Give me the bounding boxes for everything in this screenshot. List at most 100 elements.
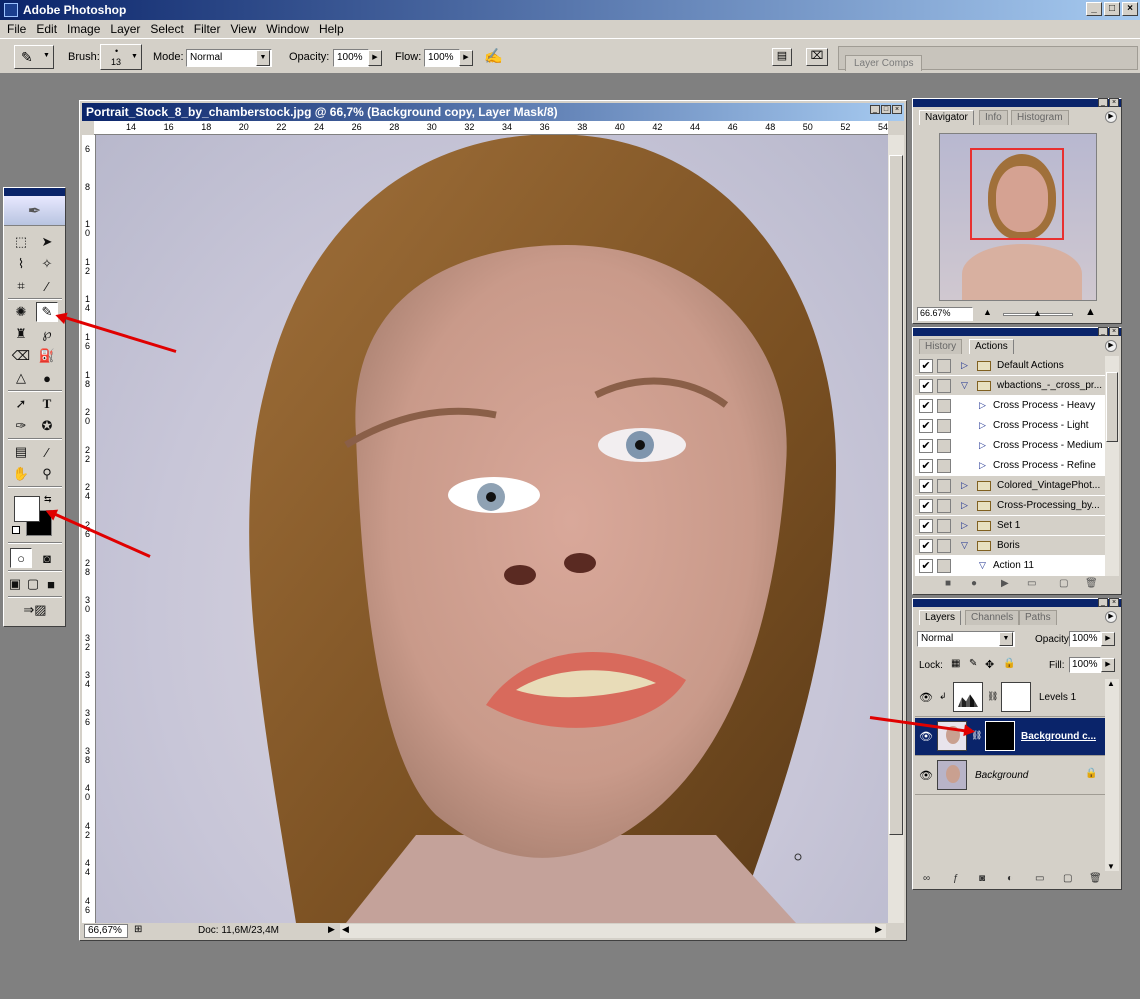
action-row[interactable]: ✔ ▽ Boris — [915, 536, 1105, 556]
new-layer-icon[interactable]: ▢ — [1063, 873, 1072, 884]
chevron-right-icon[interactable]: ▶ — [328, 924, 335, 935]
layer-mask-thumbnail[interactable] — [1001, 682, 1031, 712]
new-set-icon[interactable]: ▭ — [1027, 578, 1036, 589]
panel-minimize-button[interactable]: _ — [1098, 98, 1108, 107]
menu-view[interactable]: View — [225, 22, 261, 36]
scrollbar-thumb[interactable] — [889, 155, 903, 835]
minimize-button[interactable]: _ — [1086, 2, 1102, 16]
expand-triangle-open-icon[interactable]: ▽ — [961, 380, 968, 391]
horizontal-ruler[interactable]: 14 16 18 20 22 24 26 28 30 32 34 36 38 40 42 44 46 48 50 52… — [94, 121, 888, 135]
action-row[interactable]: ✔ ▷ Default Actions — [915, 356, 1105, 376]
chevron-right-icon[interactable]: ▶ — [368, 50, 382, 66]
airbrush-icon[interactable]: ✍ — [484, 47, 503, 65]
marquee-tool-icon[interactable]: ⬚ — [10, 232, 32, 252]
panel-minimize-button[interactable]: _ — [1098, 327, 1108, 336]
panel-close-button[interactable]: × — [1109, 327, 1119, 336]
zoom-slider-handle-icon[interactable]: ▲ — [1033, 308, 1042, 318]
notes-tool-icon[interactable]: ▤ — [10, 442, 32, 462]
new-adjustment-layer-icon[interactable]: ◐ — [1007, 873, 1013, 884]
default-colors-icon[interactable] — [12, 526, 20, 534]
palette-well-icon[interactable]: ⌧ — [806, 48, 828, 66]
expand-triangle-open-icon[interactable]: ▽ — [961, 540, 968, 551]
tab-channels[interactable]: Channels — [965, 610, 1020, 625]
eye-icon[interactable]: 👁 — [919, 691, 933, 704]
swap-colors-icon[interactable]: ⇆ — [44, 494, 52, 505]
play-icon[interactable]: ▶ — [1001, 578, 1009, 589]
menu-image[interactable]: Image — [62, 22, 105, 36]
delete-icon[interactable]: 🗑 — [1085, 578, 1098, 589]
chain-link-icon[interactable]: ⛓ — [987, 691, 998, 702]
layer-mask-thumbnail[interactable] — [985, 721, 1015, 751]
move-tool-icon[interactable]: ➤ — [36, 232, 58, 252]
tab-paths[interactable]: Paths — [1019, 610, 1057, 625]
delete-layer-icon[interactable]: 🗑 — [1089, 873, 1102, 884]
new-group-icon[interactable]: ▭ — [1035, 873, 1044, 884]
paint-bucket-tool-icon[interactable]: ⛽ — [36, 346, 58, 366]
tab-layers[interactable]: Layers — [919, 610, 962, 625]
expand-triangle-open-icon[interactable]: ▽ — [979, 560, 986, 571]
healing-brush-tool-icon[interactable]: ✺ — [10, 302, 32, 322]
action-toggle-checkbox[interactable]: ✔ — [919, 399, 933, 413]
action-toggle-checkbox[interactable]: ✔ — [919, 459, 933, 473]
full-screen-mode-icon[interactable]: ■ — [42, 574, 60, 594]
chevron-up-icon[interactable]: ▲ — [1107, 679, 1115, 688]
expand-triangle-closed-icon[interactable]: ▷ — [979, 420, 986, 431]
eye-icon[interactable]: 👁 — [919, 730, 933, 743]
link-layers-icon[interactable]: ∞ — [923, 873, 930, 884]
status-menu-icon[interactable]: ⊞ — [134, 924, 142, 935]
doc-maximize-button[interactable]: □ — [881, 105, 891, 114]
new-action-icon[interactable]: ▢ — [1059, 578, 1068, 589]
tab-actions[interactable]: Actions — [969, 339, 1014, 354]
navigator-view-box[interactable] — [970, 148, 1064, 240]
tab-history[interactable]: History — [919, 339, 963, 354]
action-toggle-checkbox[interactable]: ✔ — [919, 379, 933, 393]
expand-triangle-closed-icon[interactable]: ▷ — [961, 480, 968, 491]
tool-preset-picker[interactable]: ✎ ▼ — [14, 45, 54, 69]
eyedropper-tool-icon[interactable]: ⁄ — [36, 442, 58, 462]
action-toggle-checkbox[interactable]: ✔ — [919, 519, 933, 533]
panel-close-button[interactable]: × — [1109, 98, 1119, 107]
panel-menu-icon[interactable]: ▶ — [1105, 111, 1117, 123]
close-button[interactable]: × — [1122, 2, 1138, 16]
panel-minimize-button[interactable]: _ — [1098, 598, 1108, 607]
foreground-color-swatch[interactable] — [14, 496, 40, 522]
stop-icon[interactable]: ■ — [945, 578, 951, 589]
eye-icon[interactable]: 👁 — [919, 769, 933, 782]
dialog-toggle-checkbox[interactable] — [937, 459, 951, 473]
action-row[interactable]: ✔ ▷ Cross Process - Light — [915, 416, 1105, 436]
action-toggle-checkbox[interactable]: ✔ — [919, 439, 933, 453]
menu-filter[interactable]: Filter — [189, 22, 226, 36]
expand-triangle-closed-icon[interactable]: ▷ — [979, 460, 986, 471]
expand-triangle-closed-icon[interactable]: ▷ — [961, 360, 968, 371]
panel-close-button[interactable]: × — [1109, 598, 1119, 607]
menu-layer[interactable]: Layer — [105, 22, 145, 36]
standard-mode-icon[interactable]: ○ — [10, 548, 32, 568]
lasso-tool-icon[interactable]: ⌇ — [10, 254, 32, 274]
chevron-down-icon[interactable]: ▼ — [1107, 862, 1115, 871]
dialog-toggle-checkbox[interactable] — [937, 359, 951, 373]
expand-triangle-closed-icon[interactable]: ▷ — [979, 400, 986, 411]
image-canvas[interactable] — [96, 135, 888, 923]
vertical-scrollbar[interactable] — [888, 135, 904, 923]
file-browser-icon[interactable]: ▤ — [772, 48, 792, 66]
tab-navigator[interactable]: Navigator — [919, 110, 974, 125]
layer-style-icon[interactable]: ƒ — [953, 873, 959, 884]
history-brush-tool-icon[interactable]: ℘ — [36, 324, 58, 344]
action-toggle-checkbox[interactable]: ✔ — [919, 499, 933, 513]
action-row[interactable]: ✔ ▷ Cross Process - Medium — [915, 436, 1105, 456]
action-toggle-checkbox[interactable]: ✔ — [919, 479, 933, 493]
action-row[interactable]: ✔ ▷ Colored_VintagePhot... — [915, 476, 1105, 496]
zoom-field[interactable]: 66,67% — [84, 924, 128, 938]
menu-edit[interactable]: Edit — [31, 22, 62, 36]
layer-row-levels[interactable]: 👁 ↲ ⛓ Levels 1 — [915, 679, 1105, 717]
dialog-toggle-checkbox[interactable] — [937, 479, 951, 493]
navigator-thumbnail[interactable] — [939, 133, 1097, 301]
expand-triangle-closed-icon[interactable]: ▷ — [961, 500, 968, 511]
layer-row-background[interactable]: 👁 Background 🔒 — [915, 757, 1105, 795]
dodge-tool-icon[interactable]: ● — [36, 368, 58, 388]
panel-menu-icon[interactable]: ▶ — [1105, 340, 1117, 352]
hand-tool-icon[interactable]: ✋ — [10, 464, 32, 484]
action-row[interactable]: ✔ ▷ Set 1 — [915, 516, 1105, 536]
action-toggle-checkbox[interactable]: ✔ — [919, 359, 933, 373]
dialog-toggle-checkbox[interactable] — [937, 539, 951, 553]
